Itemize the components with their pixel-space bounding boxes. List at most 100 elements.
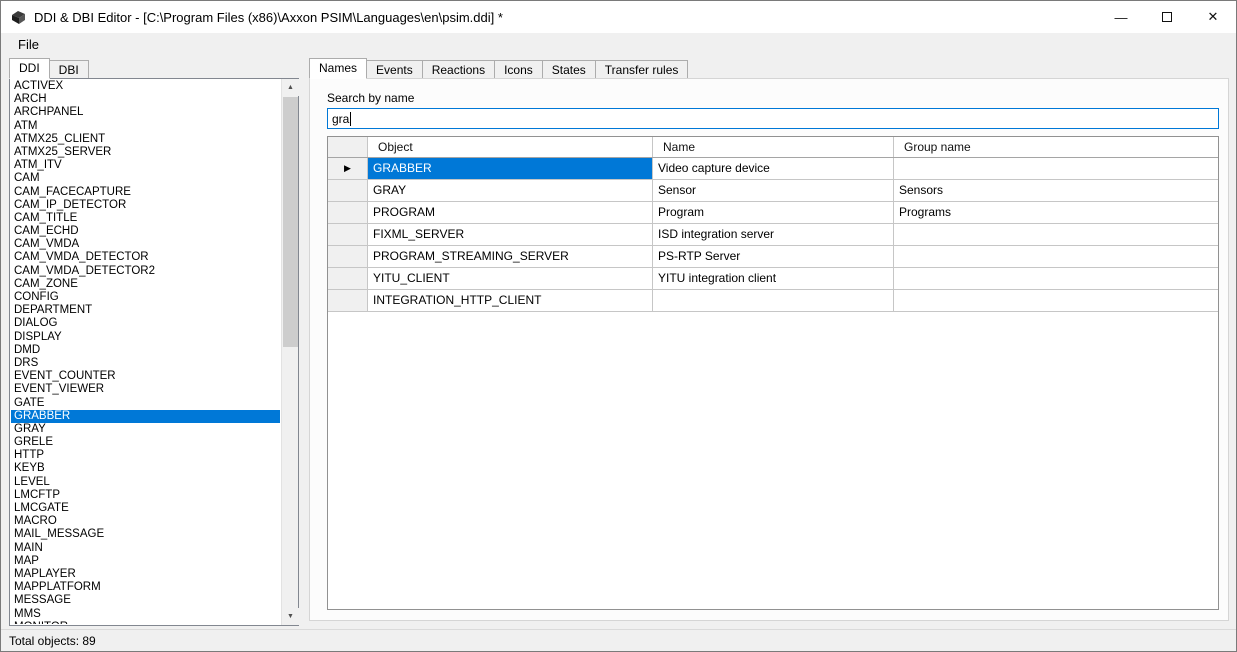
object-list-item[interactable]: GRELE [11,436,280,449]
object-list-item[interactable]: GRAY [11,423,280,436]
object-list-item[interactable]: CAM_FACECAPTURE [11,186,280,199]
grid-cell-object[interactable]: YITU_CLIENT [368,268,653,290]
object-list-item[interactable]: LMCGATE [11,502,280,515]
grid-cell-name[interactable]: Video capture device [653,158,894,180]
object-list-item[interactable]: DISPLAY [11,331,280,344]
row-selector-cell[interactable]: ▶ [328,158,368,180]
scroll-down-button[interactable]: ▼ [282,608,299,625]
tab-reactions[interactable]: Reactions [422,60,495,79]
object-list-item[interactable]: DRS [11,357,280,370]
grid-cell-object[interactable]: PROGRAM [368,202,653,224]
object-list-item[interactable]: DMD [11,344,280,357]
scroll-up-button[interactable]: ▲ [282,79,299,96]
object-list-item[interactable]: CAM_VMDA_DETECTOR2 [11,265,280,278]
grid-cell-object[interactable]: FIXML_SERVER [368,224,653,246]
grid-cell-group-name[interactable] [894,246,1218,268]
grid-header-group-name[interactable]: Group name [894,137,1218,157]
grid-cell-name[interactable]: Program [653,202,894,224]
grid-cell-group-name[interactable] [894,290,1218,312]
status-total-objects: Total objects: 89 [9,634,96,648]
object-list-item[interactable]: KEYB [11,462,280,475]
tab-icons[interactable]: Icons [494,60,543,79]
list-scrollbar[interactable]: ▲ ▼ [281,79,298,625]
object-list-item[interactable]: MAIL_MESSAGE [11,528,280,541]
tab-names[interactable]: Names [309,58,367,79]
menu-file[interactable]: File [9,35,48,54]
object-list-item[interactable]: CAM [11,172,280,185]
tab-events[interactable]: Events [366,60,423,79]
object-list-item[interactable]: DIALOG [11,317,280,330]
title-bar: DDI & DBI Editor - [C:\Program Files (x8… [1,1,1236,33]
grid-cell-group-name[interactable] [894,158,1218,180]
grid-cell-name[interactable]: PS-RTP Server [653,246,894,268]
object-list-item[interactable]: MAIN [11,542,280,555]
object-list-item[interactable]: GATE [11,397,280,410]
grid-cell-group-name[interactable] [894,268,1218,290]
object-list-item[interactable]: MAP [11,555,280,568]
row-selector-cell[interactable] [328,224,368,246]
object-list-item[interactable]: LMCFTP [11,489,280,502]
row-selector-cell[interactable] [328,268,368,290]
grid-cell-object[interactable]: INTEGRATION_HTTP_CLIENT [368,290,653,312]
object-list-item[interactable]: ARCHPANEL [11,106,280,119]
grid-cell-name[interactable]: ISD integration server [653,224,894,246]
tab-ddi[interactable]: DDI [9,58,50,79]
scroll-down-icon: ▼ [287,613,294,620]
object-list-item[interactable]: DEPARTMENT [11,304,280,317]
grid-cell-group-name[interactable]: Programs [894,202,1218,224]
object-list-item[interactable]: ACTIVEX [11,80,280,93]
grid-row: YITU_CLIENTYITU integration client [328,268,1218,290]
object-list-item[interactable]: HTTP [11,449,280,462]
row-selector-cell[interactable] [328,202,368,224]
grid-cell-group-name[interactable]: Sensors [894,180,1218,202]
tab-transfer-rules[interactable]: Transfer rules [595,60,689,79]
object-list-item[interactable]: CAM_VMDA [11,238,280,251]
object-list-item[interactable]: EVENT_COUNTER [11,370,280,383]
text-caret [350,112,351,126]
object-list-item[interactable]: MAPLAYER [11,568,280,581]
grid-cell-object[interactable]: PROGRAM_STREAMING_SERVER [368,246,653,268]
close-button[interactable]: ✕ [1190,1,1236,33]
object-list-item[interactable]: CAM_TITLE [11,212,280,225]
main-area: DDI DBI ACTIVEXARCHARCHPANELATMATMX25_CL… [1,56,1236,629]
object-list-item[interactable]: ATM [11,120,280,133]
row-selector-cell[interactable] [328,290,368,312]
object-list-item[interactable]: MMS [11,608,280,621]
grid-cell-name[interactable] [653,290,894,312]
search-input[interactable]: gra [327,108,1219,129]
grid-cell-object[interactable]: GRAY [368,180,653,202]
object-listbox: ACTIVEXARCHARCHPANELATMATMX25_CLIENTATMX… [9,78,299,626]
left-tabstrip: DDI DBI [9,58,88,79]
scrollbar-thumb[interactable] [283,97,298,347]
object-list-item[interactable]: ARCH [11,93,280,106]
grid-cell-name[interactable]: Sensor [653,180,894,202]
minimize-button[interactable]: — [1098,1,1144,33]
row-selector-cell[interactable] [328,180,368,202]
object-list-item[interactable]: MAPPLATFORM [11,581,280,594]
search-input-value: gra [332,112,349,126]
tab-states[interactable]: States [542,60,596,79]
object-list-item[interactable]: MONITOR [11,621,280,624]
object-list-item[interactable]: LEVEL [11,476,280,489]
object-list-item[interactable]: MACRO [11,515,280,528]
grid-cell-object[interactable]: GRABBER [368,158,653,180]
object-list-item[interactable]: CAM_ZONE [11,278,280,291]
maximize-button[interactable] [1144,1,1190,33]
object-list-item[interactable]: CAM_VMDA_DETECTOR [11,251,280,264]
grid-header-object[interactable]: Object [368,137,653,157]
object-list-item[interactable]: EVENT_VIEWER [11,383,280,396]
object-list-item[interactable]: CAM_ECHD [11,225,280,238]
row-selector-cell[interactable] [328,246,368,268]
object-list-item[interactable]: MESSAGE [11,594,280,607]
object-list-item[interactable]: CONFIG [11,291,280,304]
object-list-item[interactable]: ATMX25_CLIENT [11,133,280,146]
grid-header-name[interactable]: Name [653,137,894,157]
object-list-item[interactable]: CAM_IP_DETECTOR [11,199,280,212]
tab-dbi[interactable]: DBI [49,60,89,79]
grid-cell-group-name[interactable] [894,224,1218,246]
close-icon: ✕ [1208,9,1219,25]
grid-cell-name[interactable]: YITU integration client [653,268,894,290]
object-list-item[interactable]: ATM_ITV [11,159,280,172]
object-list-item[interactable]: GRABBER [11,410,280,423]
object-list-item[interactable]: ATMX25_SERVER [11,146,280,159]
